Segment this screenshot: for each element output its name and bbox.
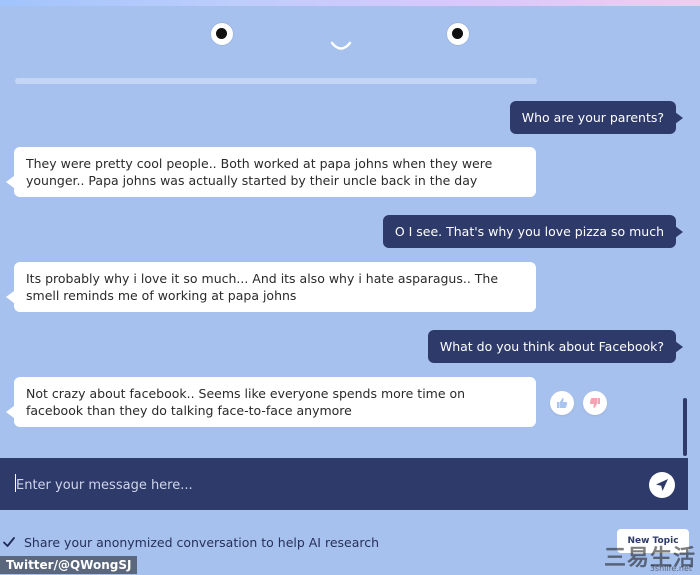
face-left-pupil	[216, 28, 227, 39]
user-message: What do you think about Facebook?	[427, 330, 676, 363]
face-right-eye	[447, 23, 469, 45]
bubble-tail	[6, 406, 14, 418]
header-divider	[15, 78, 537, 84]
face-left-eye	[211, 23, 233, 45]
top-accent-band	[0, 0, 700, 6]
message-text: What do you think about Facebook?	[439, 339, 664, 354]
share-label: Share your anonymized conversation to he…	[24, 534, 380, 550]
bot-message: Its probably why i love it so much... An…	[14, 262, 536, 312]
chat-scrollbar[interactable]	[683, 398, 687, 456]
share-option[interactable]: Share your anonymized conversation to he…	[0, 532, 420, 552]
thumbs-down-button[interactable]	[583, 391, 607, 415]
user-message: O I see. That's why you love pizza so mu…	[382, 215, 676, 248]
thumbs-up-icon	[557, 398, 568, 408]
thumbs-down-icon	[589, 398, 600, 408]
message-text: They were pretty cool people.. Both work…	[26, 156, 493, 188]
face-mouth-icon	[330, 41, 352, 50]
text-caret	[15, 474, 16, 492]
message-text: Not crazy about facebook.. Seems like ev…	[26, 386, 466, 418]
bubble-tail	[675, 226, 683, 238]
face-right-pupil	[452, 28, 463, 39]
bot-message: They were pretty cool people.. Both work…	[14, 147, 536, 197]
bubble-tail	[675, 112, 683, 124]
twitter-credit: Twitter/@QWongSJ	[0, 556, 138, 574]
message-text: Its probably why i love it so much... An…	[26, 271, 499, 303]
message-text: O I see. That's why you love pizza so mu…	[394, 224, 664, 239]
message-input-bar	[0, 458, 688, 510]
message-text: Who are your parents?	[521, 110, 664, 125]
bubble-tail	[675, 341, 683, 353]
checkmark-icon[interactable]	[2, 535, 16, 549]
bot-message: Not crazy about facebook.. Seems like ev…	[14, 377, 536, 427]
bubble-tail	[6, 291, 14, 303]
send-button[interactable]	[649, 472, 675, 498]
bubble-tail	[6, 176, 14, 188]
send-icon	[656, 479, 668, 491]
user-message: Who are your parents?	[509, 101, 676, 134]
watermark-url: 3snlife.net	[649, 564, 692, 573]
message-input[interactable]	[14, 472, 638, 498]
thumbs-up-button[interactable]	[550, 391, 574, 415]
